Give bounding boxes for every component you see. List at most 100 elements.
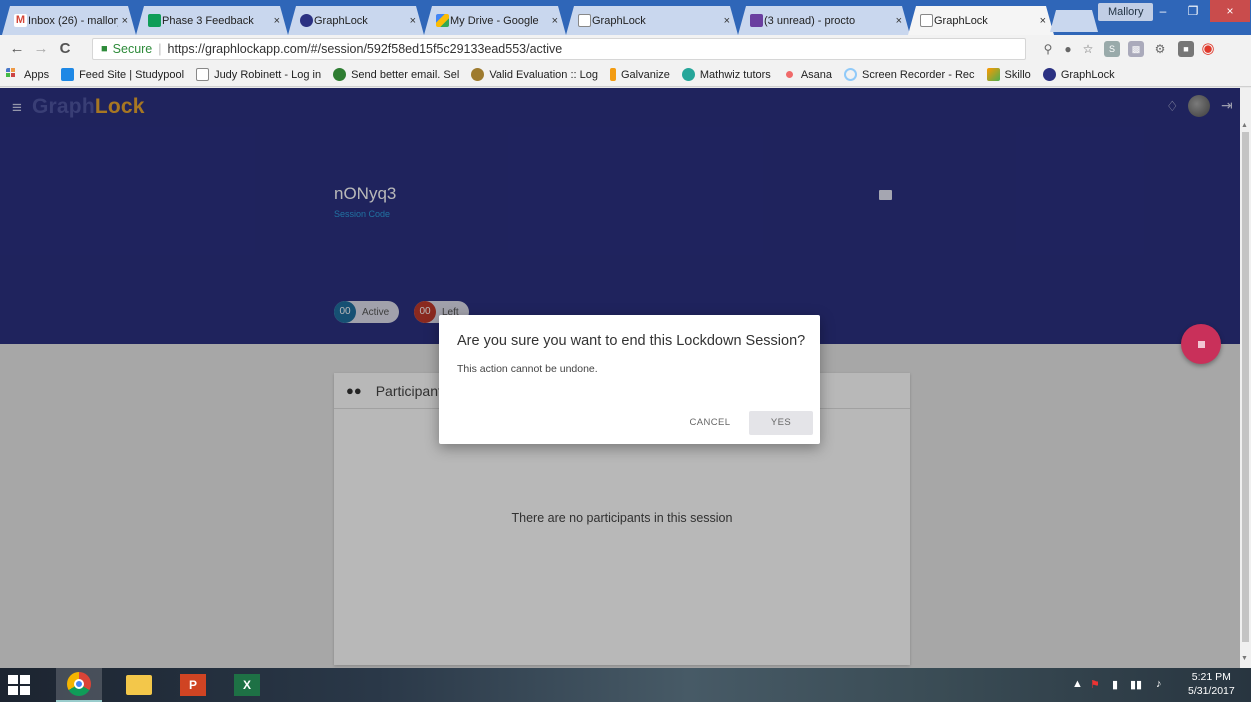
bookmark-star-icon[interactable]: ☆ (1080, 41, 1096, 57)
network-alert-icon[interactable]: ⚑ (1090, 678, 1100, 691)
scroll-down-icon[interactable]: ▼ (1241, 655, 1248, 662)
browser-tab-gmail[interactable]: M Inbox (26) - mallory × (2, 6, 136, 35)
bookmark-screen-recorder[interactable]: Screen Recorder - Rec (844, 68, 975, 81)
extension-gear-icon[interactable]: ⚙ (1152, 41, 1168, 57)
tab-close-icon[interactable]: × (410, 15, 416, 27)
bookmark-asana[interactable]: Asana (782, 68, 832, 81)
browser-tab-graphlock[interactable]: GraphLock × (288, 6, 424, 35)
browser-tab-mail[interactable]: (3 unread) - procto × (738, 6, 910, 35)
stop-icon (1198, 341, 1205, 348)
email-icon (333, 68, 347, 81)
bookmark-label: Skillo (1004, 68, 1031, 81)
tab-close-icon[interactable]: × (1040, 15, 1046, 27)
close-window-button[interactable]: × (1210, 0, 1250, 22)
dialog-message: This action cannot be undone. (457, 363, 598, 375)
bookmark-label: Mathwiz tutors (699, 68, 771, 81)
folder-icon (126, 675, 152, 695)
asana-icon (782, 68, 796, 81)
browser-toolbar: ← → C ■ Secure | https://graphlockapp.co… (0, 35, 1251, 63)
signal-icon[interactable]: ▮▮ (1130, 678, 1142, 691)
yes-button[interactable]: YES (749, 411, 813, 435)
extension-s-icon[interactable]: S (1104, 41, 1120, 57)
tab-label: (3 unread) - procto (764, 14, 856, 27)
bookmark-label: Galvanize (620, 68, 670, 81)
file-explorer-taskbar-icon[interactable] (116, 668, 162, 702)
windows-start-icon[interactable] (8, 675, 32, 695)
bookmark-valid-evaluation[interactable]: Valid Evaluation :: Log (471, 68, 598, 81)
galvanize-icon (609, 68, 616, 81)
address-bar[interactable]: ■ Secure | https://graphlockapp.com/#/se… (92, 38, 1026, 60)
graphlock-favicon (300, 14, 313, 27)
bookmark-label: Screen Recorder - Rec (862, 68, 975, 81)
bookmark-apps[interactable]: Apps (6, 68, 49, 81)
end-session-dialog: Are you sure you want to end this Lockdo… (439, 315, 820, 444)
taskbar-clock[interactable]: 5:21 PM 5/31/2017 (1188, 670, 1235, 698)
reload-button[interactable]: C (56, 39, 74, 59)
lock-icon: ■ (101, 43, 108, 55)
tab-label: Inbox (26) - mallory (28, 14, 118, 27)
studypool-icon (61, 68, 75, 81)
mail-icon (750, 14, 763, 27)
scrollbar-thumb[interactable] (1242, 132, 1249, 642)
sheets-icon (148, 14, 161, 27)
forward-button[interactable]: → (32, 39, 50, 59)
gmail-icon: M (15, 14, 26, 26)
bookmark-label: Valid Evaluation :: Log (489, 68, 598, 81)
cancel-button[interactable]: CANCEL (679, 411, 741, 435)
new-tab-button[interactable] (1050, 10, 1098, 32)
chrome-taskbar-icon[interactable] (56, 668, 102, 702)
clock-date: 5/31/2017 (1188, 685, 1235, 697)
profile-button[interactable]: Mallory (1098, 3, 1154, 21)
clock-time: 5:21 PM (1191, 671, 1231, 683)
tab-close-icon[interactable]: × (896, 15, 902, 27)
tab-close-icon[interactable]: × (552, 15, 558, 27)
battery-icon[interactable]: ▮ (1112, 678, 1118, 691)
page-icon (578, 14, 591, 27)
bookmark-send-better-email[interactable]: Send better email. Sel (333, 68, 459, 81)
extension-square-icon[interactable]: ■ (1178, 41, 1194, 57)
minimize-button[interactable]: – (1148, 0, 1178, 22)
location-pin-icon[interactable]: ● (1060, 41, 1076, 57)
volume-icon[interactable]: ♪ (1156, 678, 1162, 690)
powerpoint-icon: P (180, 674, 206, 696)
excel-icon: X (234, 674, 260, 696)
end-session-button[interactable] (1181, 324, 1221, 364)
tab-close-icon[interactable]: × (724, 15, 730, 27)
bookmark-graphlock[interactable]: GraphLock (1042, 68, 1115, 81)
bookmark-studypool[interactable]: Feed Site | Studypool (61, 68, 184, 81)
scroll-up-icon[interactable]: ▲ (1241, 122, 1248, 129)
zoom-icon[interactable]: ⚲ (1040, 41, 1056, 57)
bookmark-skillo[interactable]: Skillo (986, 68, 1031, 81)
bookmark-label: Apps (24, 68, 50, 81)
powerpoint-taskbar-icon[interactable]: P (170, 668, 216, 702)
browser-tab-graphlock-active[interactable]: GraphLock × (908, 6, 1054, 35)
bookmark-mathwiz[interactable]: Mathwiz tutors (681, 68, 771, 81)
tray-chevron-icon[interactable]: ▲ (1072, 678, 1083, 690)
bookmarks-bar: Apps Feed Site | Studypool Judy Robinett… (0, 63, 1251, 87)
bookmark-judy-robinett[interactable]: Judy Robinett - Log in (196, 68, 321, 81)
record-icon (844, 68, 858, 81)
tab-close-icon[interactable]: × (122, 15, 128, 27)
back-button[interactable]: ← (8, 39, 26, 59)
tab-label: GraphLock (314, 14, 368, 27)
bookmark-galvanize[interactable]: Galvanize (609, 68, 670, 81)
valid-evaluation-icon (471, 68, 485, 81)
extension-icon[interactable]: ▩ (1128, 41, 1144, 57)
browser-tab-drive[interactable]: My Drive - Google × (424, 6, 566, 35)
drive-icon (436, 14, 449, 27)
url-separator: | (158, 42, 162, 56)
bookmark-label: Judy Robinett - Log in (214, 68, 322, 81)
url-text: https://graphlockapp.com/#/session/592f5… (167, 42, 563, 56)
excel-taskbar-icon[interactable]: X (224, 668, 270, 702)
page-scrollbar[interactable]: ▲ ▼ (1240, 88, 1251, 668)
secure-label: Secure (112, 42, 153, 56)
tab-label: GraphLock (592, 14, 646, 27)
chrome-icon (67, 672, 91, 696)
maximize-button[interactable]: ❐ (1178, 0, 1208, 22)
browser-tab-graphlock-2[interactable]: GraphLock × (566, 6, 738, 35)
extension-red-icon[interactable]: ◉ (1200, 41, 1216, 57)
page-icon (920, 14, 933, 27)
browser-tab-sheets[interactable]: Phase 3 Feedback × (136, 6, 288, 35)
tab-close-icon[interactable]: × (274, 15, 280, 27)
tab-label: My Drive - Google (450, 14, 539, 27)
